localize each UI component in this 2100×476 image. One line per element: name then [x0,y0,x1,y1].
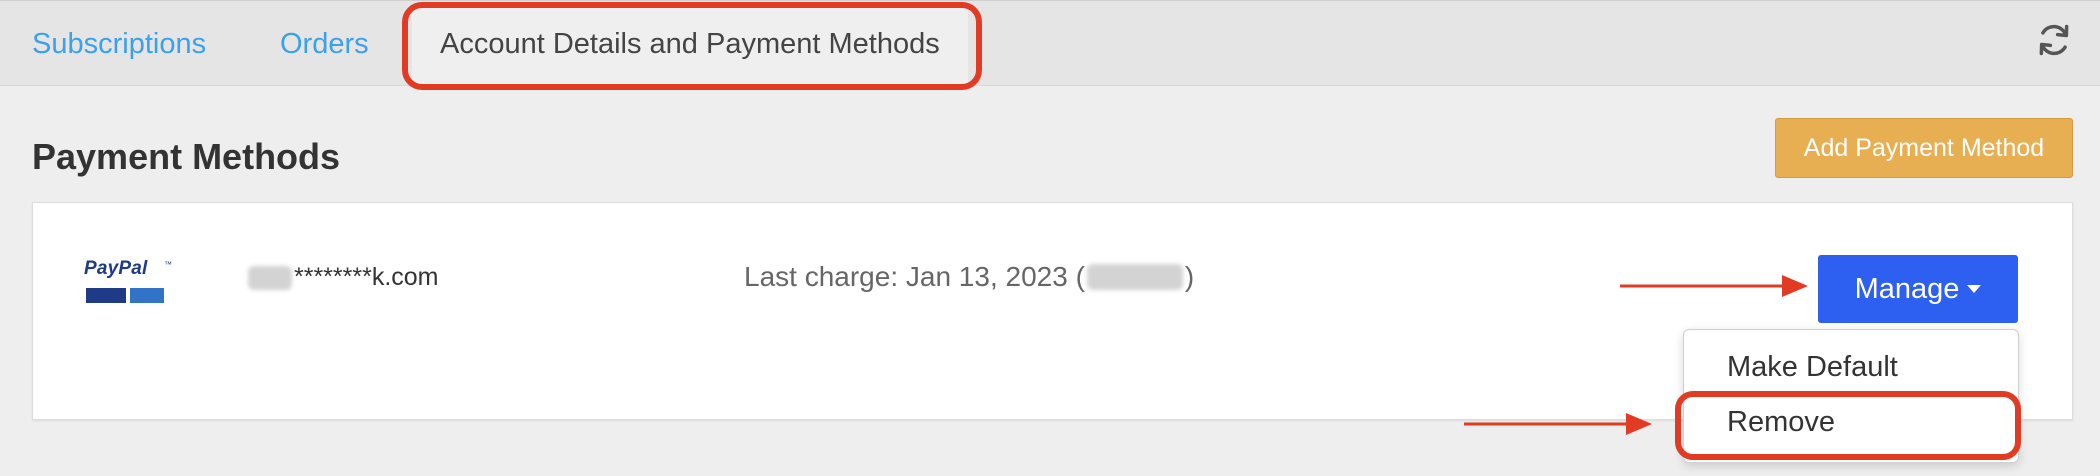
tab-bar: Subscriptions Orders Account Details and… [0,0,2100,87]
redacted-amount [1086,264,1183,290]
tab-account-details[interactable]: Account Details and Payment Methods [412,5,968,87]
paypal-logo-tm: ™ [164,260,172,269]
manage-dropdown-menu: Make Default Remove [1683,329,2019,463]
last-charge: Last charge: Jan 13, 2023 ( ) [744,261,1194,293]
tab-orders[interactable]: Orders [280,1,369,87]
paypal-email: ********k.com [248,263,439,292]
add-payment-method-button[interactable]: Add Payment Method [1775,118,2073,178]
menu-item-make-default[interactable]: Make Default [1727,351,1898,384]
last-charge-prefix: Last charge: Jan 13, 2023 ( [744,261,1085,292]
caret-down-icon [1967,285,1982,293]
manage-button-label: Manage [1854,272,1960,305]
last-charge-suffix: ) [1184,261,1195,292]
paypal-logo: PayPal ™ [84,258,172,306]
refresh-icon[interactable] [2035,21,2073,59]
tab-subscriptions[interactable]: Subscriptions [32,1,206,87]
page-root: Subscriptions Orders Account Details and… [0,0,2100,476]
email-suffix: ********k.com [294,263,439,291]
redacted-text [248,265,292,290]
paypal-logo-bar [130,288,164,303]
menu-item-remove[interactable]: Remove [1727,406,1835,439]
manage-button[interactable]: Manage [1818,255,2018,323]
paypal-logo-text: PayPal [84,258,148,279]
section-title: Payment Methods [32,136,341,177]
paypal-logo-bar [86,288,126,303]
